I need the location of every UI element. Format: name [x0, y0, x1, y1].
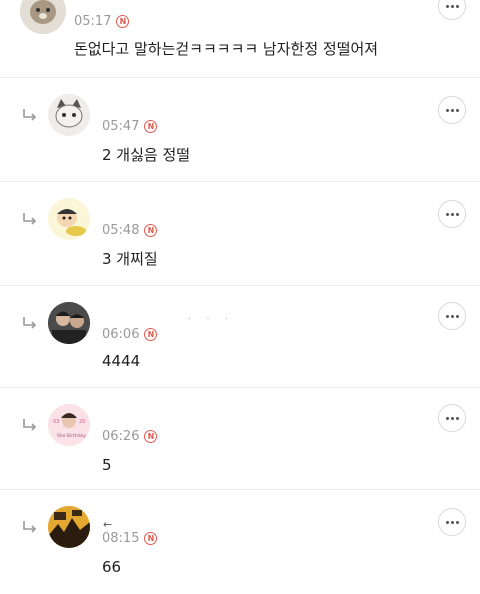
comment-item: ← 08:15 N 66	[0, 490, 480, 594]
reply-arrow-icon	[23, 109, 37, 121]
comment-text: 5	[102, 456, 112, 474]
comment-text: 2 개싫음 정떨	[102, 146, 191, 164]
comment-time: 05:48 N	[102, 223, 158, 238]
more-options-icon[interactable]	[438, 200, 466, 228]
nickname: ←	[103, 518, 113, 531]
reply-arrow-icon	[23, 419, 37, 431]
more-options-icon[interactable]	[438, 508, 466, 536]
comment-item: 06:06 N · · · 4444	[0, 286, 480, 388]
new-badge-icon: N	[144, 224, 158, 237]
comment-item: 03 25 Sho Birthday 06:26 N 5	[0, 388, 480, 490]
comment-time: 05:17 N	[74, 14, 130, 29]
reply-arrow-icon	[23, 317, 37, 329]
comment-text: 돈없다고 말하는걷ㅋㅋㅋㅋㅋ 남자한정 정떨어져	[74, 40, 379, 58]
more-options-icon[interactable]	[438, 0, 466, 20]
cartoon-avatar-icon	[48, 198, 90, 240]
comment-text: 3 개찌질	[102, 250, 158, 268]
comment-item: 05:17 N 돈없다고 말하는걷ㅋㅋㅋㅋㅋ 남자한정 정떨어져	[0, 0, 480, 78]
comment-item: 05:48 N 3 개찌질	[0, 182, 480, 286]
new-badge-icon: N	[116, 15, 130, 28]
avatar-date-right: 25	[79, 419, 85, 425]
new-badge-icon: N	[144, 120, 158, 133]
avatar-caption: Sho Birthday	[57, 433, 86, 439]
comment-text: 66	[102, 558, 122, 576]
comment-text: 4444	[102, 352, 141, 370]
nickname-dots: · · ·	[188, 314, 234, 325]
avatar[interactable]	[48, 506, 90, 548]
comment-item: 05:47 N 2 개싫음 정떨	[0, 78, 480, 182]
more-options-icon[interactable]	[438, 302, 466, 330]
comment-time: 08:15 N	[102, 531, 158, 546]
poster-avatar-icon	[48, 506, 90, 548]
more-options-icon[interactable]	[438, 404, 466, 432]
avatar[interactable]	[48, 94, 90, 136]
new-badge-icon: N	[144, 328, 158, 341]
avatar[interactable]	[48, 302, 90, 344]
avatar-date-left: 03	[53, 419, 59, 425]
cat-avatar-icon	[48, 94, 90, 136]
more-options-icon[interactable]	[438, 96, 466, 124]
reply-arrow-icon	[23, 521, 37, 533]
new-badge-icon: N	[144, 532, 158, 545]
reply-arrow-icon	[23, 213, 37, 225]
new-badge-icon: N	[144, 430, 158, 443]
birthday-avatar-icon: 03 25 Sho Birthday	[48, 404, 90, 446]
comment-time: 06:26 N	[102, 429, 158, 444]
avatar[interactable]	[48, 198, 90, 240]
avatar[interactable]: 03 25 Sho Birthday	[48, 404, 90, 446]
comment-time: 05:47 N	[102, 119, 158, 134]
bear-avatar-icon	[20, 0, 66, 34]
avatar[interactable]	[20, 0, 66, 34]
photo-avatar-icon	[48, 302, 90, 344]
comment-time: 06:06 N	[102, 327, 158, 342]
